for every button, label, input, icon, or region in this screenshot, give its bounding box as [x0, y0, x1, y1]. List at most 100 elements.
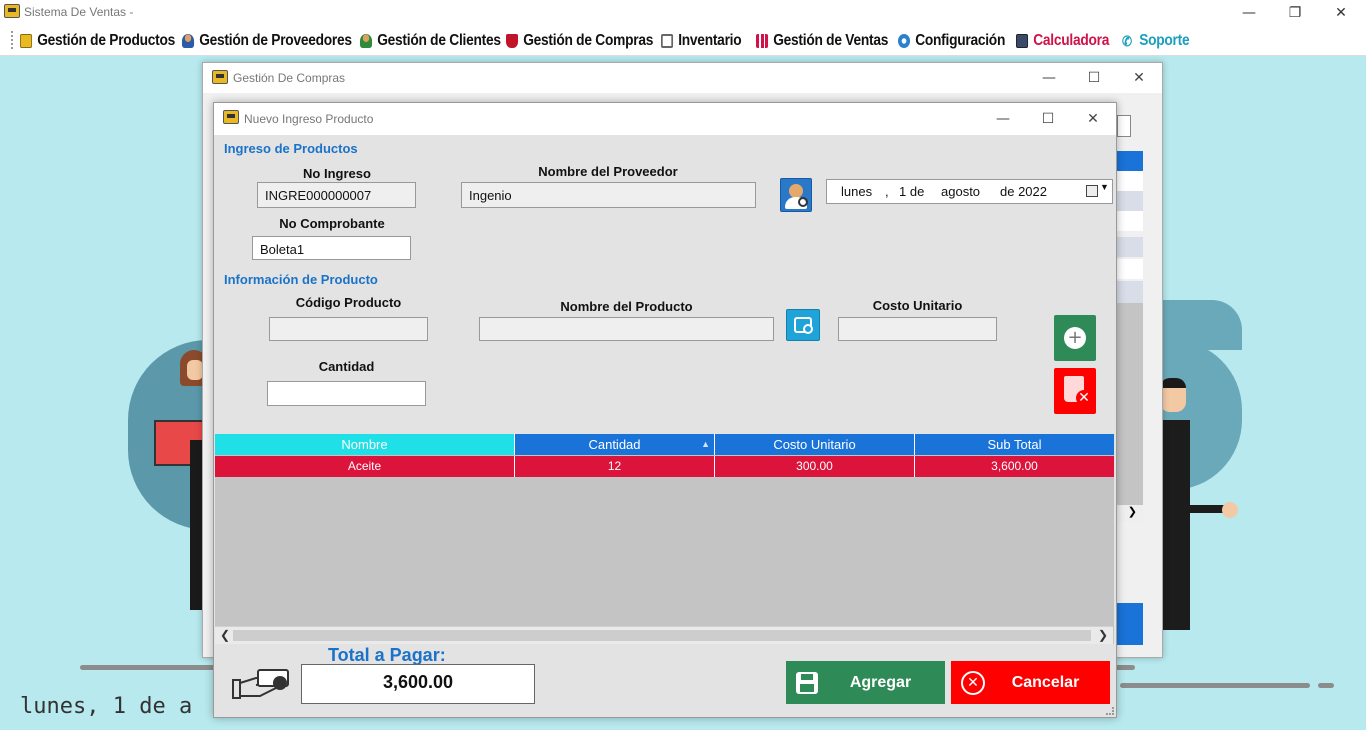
cancelar-button[interactable]: ✕ Cancelar [951, 661, 1110, 704]
close-button[interactable]: ✕ [1116, 63, 1162, 93]
date-month: agosto [941, 184, 981, 199]
close-button[interactable]: ✕ [1318, 0, 1364, 26]
codigo-label: Código Producto [295, 295, 402, 310]
restore-button[interactable]: ❐ [1272, 0, 1318, 26]
section-producto-title: Información de Producto [224, 272, 378, 287]
scroll-right-icon[interactable]: ❯ [1098, 628, 1108, 642]
background-grid-row [1117, 237, 1143, 257]
background-grid-row [1117, 191, 1143, 211]
compras-title: Gestión De Compras [233, 71, 346, 85]
scroll-right-button[interactable]: ❯ [1117, 505, 1143, 522]
dialog-titlebar: Nuevo Ingreso Producto — ☐ ✕ [214, 103, 1116, 135]
costo-label: Costo Unitario [872, 298, 963, 313]
costo-field[interactable] [838, 317, 997, 341]
chevron-down-icon[interactable]: ▼ [1100, 182, 1109, 192]
column-header-cantidad[interactable]: Cantidad ▲ [515, 434, 715, 455]
menu-inventario[interactable]: Inventario [661, 30, 742, 52]
date-dayname: lunes [841, 184, 873, 199]
cell-cantidad: 12 [515, 456, 715, 477]
menu-gestion-ventas[interactable]: Gestión de Ventas [756, 30, 888, 52]
calendar-icon[interactable] [1086, 185, 1098, 197]
cancelar-label: Cancelar [1011, 673, 1080, 691]
nombre-producto-field[interactable] [479, 317, 774, 341]
menu-gestion-compras[interactable]: Gestión de Compras [506, 30, 653, 52]
no-comprobante-label: No Comprobante [279, 216, 385, 231]
no-ingreso-field[interactable]: INGRE000000007 [257, 182, 416, 208]
menu-label: Inventario [678, 32, 742, 49]
minimize-button[interactable]: — [1026, 63, 1072, 93]
total-label: Total a Pagar: [324, 645, 450, 666]
menu-gestion-productos[interactable]: Gestión de Productos [20, 30, 175, 52]
nombre-producto-label: Nombre del Producto [560, 299, 693, 314]
background-grid-row [1117, 171, 1143, 191]
agregar-item-button[interactable]: + [1054, 315, 1096, 361]
fecha-datepicker[interactable]: lunes , 1 de agosto de 2022 ▼ [826, 179, 1113, 204]
maximize-button[interactable]: ☐ [1025, 103, 1071, 135]
app-icon [4, 4, 20, 18]
cell-nombre: Aceite [215, 456, 515, 477]
gear-icon [898, 34, 911, 48]
background-grid-empty [1117, 303, 1143, 505]
minimize-button[interactable]: — [1226, 0, 1272, 26]
background-field [1117, 115, 1131, 137]
close-button[interactable]: ✕ [1070, 103, 1116, 135]
buscar-producto-button[interactable] [786, 309, 820, 341]
grid-horizontal-scrollbar[interactable]: ❮ ❯ [215, 626, 1113, 644]
buscar-proveedor-button[interactable] [780, 178, 812, 212]
app-title: Sistema De Ventas - [24, 5, 134, 19]
background-button[interactable] [1117, 603, 1143, 645]
menu-soporte[interactable]: ✆ Soporte [1122, 30, 1190, 52]
chart-icon [756, 34, 769, 48]
menu-label: Soporte [1139, 32, 1190, 49]
dialog-title: Nuevo Ingreso Producto [244, 112, 374, 126]
payment-hand-icon [230, 666, 292, 702]
plus-icon: + [1064, 327, 1086, 349]
agregar-button[interactable]: Agregar [786, 661, 945, 704]
cantidad-label: Cantidad [318, 359, 375, 374]
nuevo-ingreso-dialog: Nuevo Ingreso Producto — ☐ ✕ Ingreso de … [213, 102, 1117, 718]
column-header-subtotal[interactable]: Sub Total [915, 434, 1114, 455]
date-day: 1 de [899, 184, 925, 199]
proveedor-field[interactable]: Ingenio [461, 182, 756, 208]
no-ingreso-label: No Ingreso [303, 166, 371, 181]
no-comprobante-field[interactable]: Boleta1 [252, 236, 411, 260]
maximize-button[interactable]: ☐ [1071, 63, 1117, 93]
main-menubar: Gestión de Productos Gestión de Proveedo… [0, 26, 1366, 56]
magnifier-shape [798, 197, 808, 207]
app-icon [223, 110, 239, 124]
folder-icon [20, 34, 33, 48]
user-icon [182, 34, 195, 48]
menu-label: Gestión de Productos [37, 32, 176, 49]
phone-icon: ✆ [1122, 33, 1132, 49]
eliminar-item-button[interactable]: ✕ [1054, 368, 1096, 414]
detalle-grid: Nombre Cantidad ▲ Costo Unitario Sub Tot… [215, 434, 1114, 644]
minimize-button[interactable]: — [980, 103, 1026, 135]
menu-calculadora[interactable]: Calculadora [1016, 30, 1109, 52]
menu-label: Gestión de Ventas [773, 32, 889, 49]
section-ingreso-title: Ingreso de Productos [224, 141, 358, 156]
menu-gestion-proveedores[interactable]: Gestión de Proveedores [182, 30, 352, 52]
cell-subtotal: 3,600.00 [915, 456, 1114, 477]
menu-label: Gestión de Compras [523, 32, 654, 49]
column-header-costo[interactable]: Costo Unitario [715, 434, 915, 455]
magnifier-shape [803, 324, 813, 334]
sort-asc-icon: ▲ [701, 439, 710, 449]
cantidad-field[interactable] [267, 381, 426, 406]
menu-label: Calculadora [1033, 32, 1110, 49]
resize-grip[interactable] [1106, 707, 1114, 715]
date-separator: , [885, 184, 889, 199]
menu-label: Gestión de Proveedores [199, 32, 352, 49]
user-search-icon [789, 184, 803, 198]
menu-label: Configuración [915, 32, 1006, 49]
codigo-field[interactable] [269, 317, 428, 341]
column-header-nombre[interactable]: Nombre [215, 434, 515, 455]
menu-gestion-clientes[interactable]: Gestión de Clientes [360, 30, 501, 52]
scroll-left-icon[interactable]: ❮ [220, 628, 230, 642]
background-grid-row [1117, 281, 1143, 303]
scroll-thumb[interactable] [233, 630, 1091, 641]
background-grid-row [1117, 259, 1143, 279]
menu-configuracion[interactable]: Configuración [898, 30, 1005, 52]
proveedor-label: Nombre del Proveedor [538, 164, 678, 179]
app-titlebar: Sistema De Ventas - — ❐ ✕ [0, 0, 1366, 26]
total-field: 3,600.00 [301, 664, 535, 704]
